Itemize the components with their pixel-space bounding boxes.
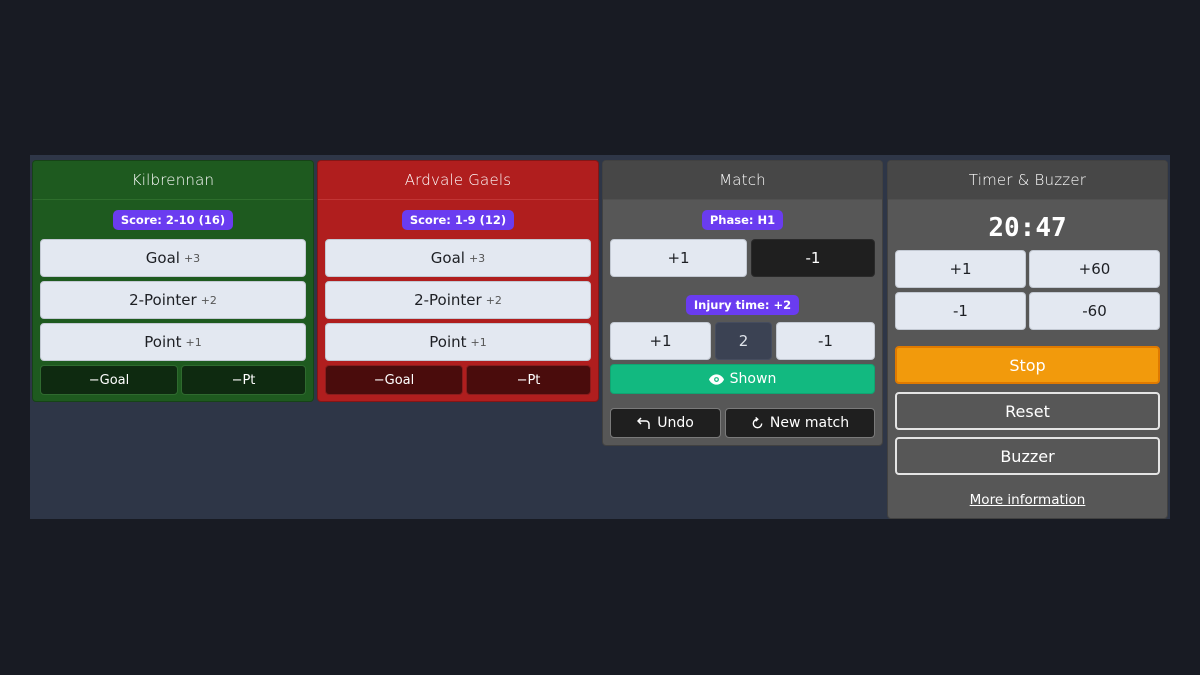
injury-minus-button[interactable]: -1 <box>776 322 875 360</box>
more-information-link[interactable]: More information <box>888 492 1167 508</box>
away-score-row: Score: 1-9 (12) <box>318 210 598 230</box>
scoreboard-controller: Kilbrennan Score: 2-10 (16) Goal +3 2-Poi… <box>30 155 1170 519</box>
home-score-badge: Score: 2-10 (16) <box>112 210 234 230</box>
home-score-row: Score: 2-10 (16) <box>33 210 313 230</box>
home-goal-button[interactable]: Goal +3 <box>40 239 306 277</box>
home-two-pointer-value: +2 <box>200 293 217 307</box>
new-match-button[interactable]: New match <box>725 408 875 438</box>
injury-time-badge: Injury time: +2 <box>685 295 800 315</box>
away-goal-label: Goal <box>430 249 465 267</box>
undo-button[interactable]: Undo <box>610 408 721 438</box>
injury-row: Injury time: +2 <box>603 295 882 315</box>
shown-label: Shown <box>729 371 777 387</box>
phase-minus-button[interactable]: -1 <box>751 239 875 277</box>
away-goal-button[interactable]: Goal +3 <box>325 239 591 277</box>
shown-toggle-button[interactable]: Shown <box>610 364 875 394</box>
away-two-pointer-label: 2-Pointer <box>414 291 482 309</box>
away-minus-point-button[interactable]: −Pt <box>466 365 591 395</box>
timer-plus1-button[interactable]: +1 <box>895 250 1026 288</box>
home-point-value: +1 <box>185 335 202 349</box>
home-two-pointer-label: 2-Pointer <box>129 291 197 309</box>
home-point-label: Point <box>144 333 182 351</box>
home-goal-label: Goal <box>145 249 180 267</box>
undo-arrow-icon <box>637 416 651 430</box>
injury-time-value: 2 <box>715 322 772 360</box>
away-team-name: Ardvale Gaels <box>318 161 598 200</box>
home-minus-point-button[interactable]: −Pt <box>181 365 306 395</box>
undo-label: Undo <box>657 415 694 431</box>
away-point-value: +1 <box>470 335 487 349</box>
away-point-button[interactable]: Point +1 <box>325 323 591 361</box>
new-match-label: New match <box>769 415 850 431</box>
timer-plus60-button[interactable]: +60 <box>1029 250 1160 288</box>
home-team-name: Kilbrennan <box>33 161 313 200</box>
injury-plus-button[interactable]: +1 <box>610 322 711 360</box>
match-card: Match Phase: H1 +1 -1 Injury time: +2 +1… <box>602 160 883 446</box>
stop-button[interactable]: Stop <box>895 346 1160 384</box>
home-two-pointer-button[interactable]: 2-Pointer +2 <box>40 281 306 319</box>
away-score-badge: Score: 1-9 (12) <box>401 210 515 230</box>
reset-button[interactable]: Reset <box>895 392 1160 430</box>
match-title: Match <box>603 161 882 200</box>
away-minus-goal-button[interactable]: −Goal <box>325 365 463 395</box>
home-point-button[interactable]: Point +1 <box>40 323 306 361</box>
away-two-pointer-button[interactable]: 2-Pointer +2 <box>325 281 591 319</box>
eye-icon <box>708 373 724 385</box>
refresh-icon <box>751 416 764 430</box>
phase-badge: Phase: H1 <box>701 210 784 230</box>
home-minus-goal-button[interactable]: −Goal <box>40 365 178 395</box>
away-two-pointer-value: +2 <box>485 293 502 307</box>
home-team-card: Kilbrennan Score: 2-10 (16) Goal +3 2-Poi… <box>32 160 314 402</box>
home-goal-value: +3 <box>183 251 201 265</box>
timer-minus1-button[interactable]: -1 <box>895 292 1026 330</box>
phase-plus-button[interactable]: +1 <box>610 239 747 277</box>
away-point-label: Point <box>429 333 467 351</box>
away-goal-value: +3 <box>468 251 486 265</box>
clock-display: 20:47 <box>988 213 1067 243</box>
away-team-card: Ardvale Gaels Score: 1-9 (12) Goal +3 2-P… <box>317 160 599 402</box>
buzzer-button[interactable]: Buzzer <box>895 437 1160 475</box>
phase-row: Phase: H1 <box>603 210 882 230</box>
timer-card: Timer & Buzzer 20:47 +1 +60 -1 -60 Stop … <box>887 160 1168 519</box>
timer-title: Timer & Buzzer <box>888 161 1167 200</box>
timer-minus60-button[interactable]: -60 <box>1029 292 1160 330</box>
